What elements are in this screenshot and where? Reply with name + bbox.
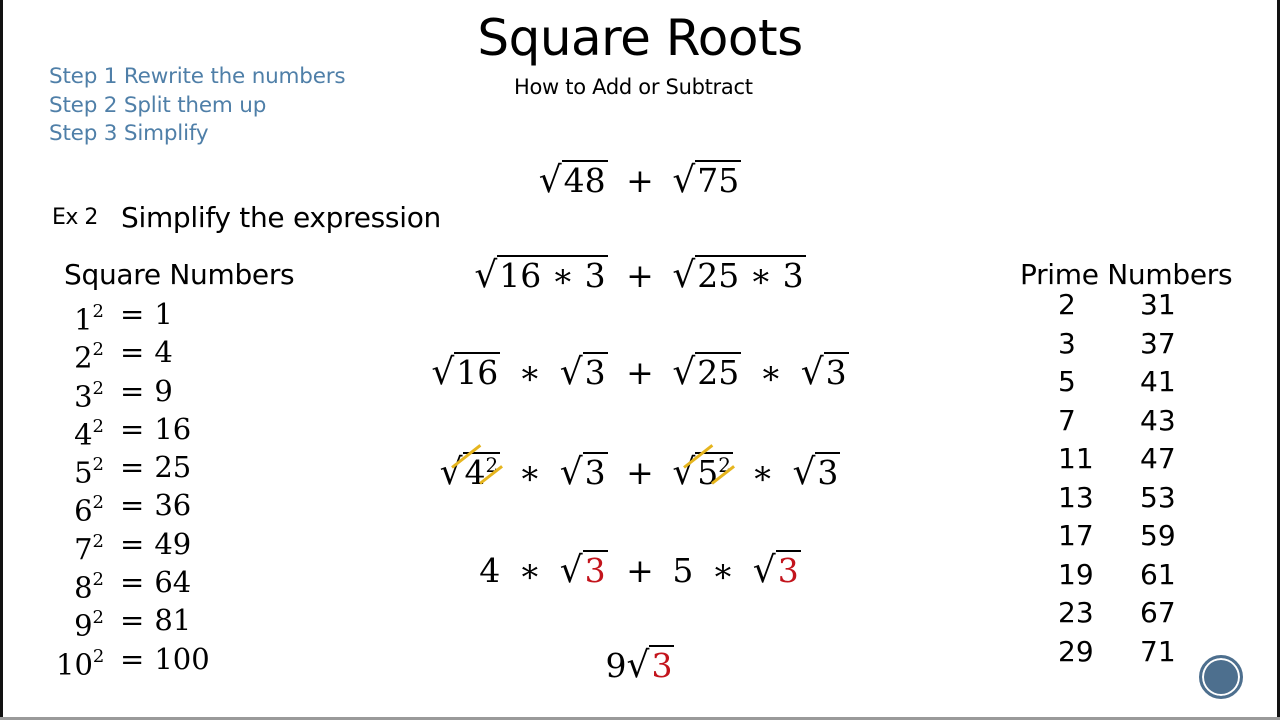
radical: √16 [431,352,501,393]
radical: √16 ∗ 3 [474,255,608,296]
prime-number: 29 [1058,634,1094,668]
prime-number: 31 [1140,288,1176,321]
operator-times: ∗ [711,551,735,590]
prime-number: 19 [1058,557,1094,591]
radical: √3 [559,352,608,393]
prime-number: 23 [1058,596,1094,629]
square-number-row: 92 = 81 [74,603,192,644]
radical: √3 [559,550,608,591]
prime-number: 11 [1058,442,1094,475]
operator-plus: + [626,551,654,590]
prime-number: 5 [1058,365,1076,398]
radical-cancelled: √52 [672,444,736,494]
steps-list: Step 1 Rewrite the numbers Step 2 Split … [49,63,346,149]
step-item: Step 3 Simplify [49,121,209,146]
prime-number: 37 [1140,326,1176,360]
prime-number: 43 [1140,403,1176,437]
operator-times: ∗ [518,551,542,590]
prime-numbers-column-1: 2 3 5 7 11 13 17 19 23 29 [1058,286,1094,671]
prime-number: 59 [1140,519,1176,552]
operator-plus: + [626,453,654,492]
slide-subtitle: How to Add or Subtract [514,75,753,99]
operator-times: ∗ [518,353,542,392]
operator-times: ∗ [759,353,783,392]
operator-plus: + [626,353,654,392]
prime-number: 7 [1058,403,1076,437]
circle-nav-icon[interactable] [1199,655,1243,699]
radical-cancelled: √42 [440,444,503,494]
example-instruction: Simplify the expression [121,201,441,234]
radical: √25 [672,352,742,393]
square-number-row: 42 = 16 [74,411,192,452]
prime-number: 67 [1140,596,1176,629]
operator-times: ∗ [518,453,542,492]
radical: √48 [538,160,608,201]
answer-coefficient: 9 [605,646,627,685]
prime-number: 47 [1140,442,1176,475]
prime-number: 2 [1058,288,1076,321]
radical: √25 ∗ 3 [672,255,806,296]
step-item: Step 1 Rewrite the numbers [49,64,346,89]
radical: √3 [626,645,675,686]
prime-number: 41 [1140,365,1176,398]
work-line-1: √48 + √75 [0,160,1280,201]
operator-plus: + [626,256,654,295]
prime-numbers-heading: Prime Numbers [1020,258,1233,291]
operator-plus: + [626,161,654,200]
prime-number: 3 [1058,326,1076,360]
radical: √3 [559,452,608,493]
operator-times: ∗ [751,453,774,492]
prime-number: 61 [1140,557,1176,591]
prime-number: 17 [1058,519,1094,552]
prime-number: 71 [1140,634,1176,668]
radical: √3 [800,352,849,393]
square-number-row: 12 = 1 [74,297,173,337]
example-label: Ex 2 [52,205,98,230]
radical: √3 [792,452,841,493]
step-item: Step 2 Split them up [49,92,267,118]
radical: √75 [672,160,742,201]
prime-number: 13 [1058,480,1094,514]
prime-numbers-column-2: 31 37 41 43 47 53 59 61 67 71 [1140,286,1176,671]
prime-number: 53 [1140,480,1176,514]
radical: √3 [752,550,801,591]
slide-title: Square Roots [477,9,803,67]
